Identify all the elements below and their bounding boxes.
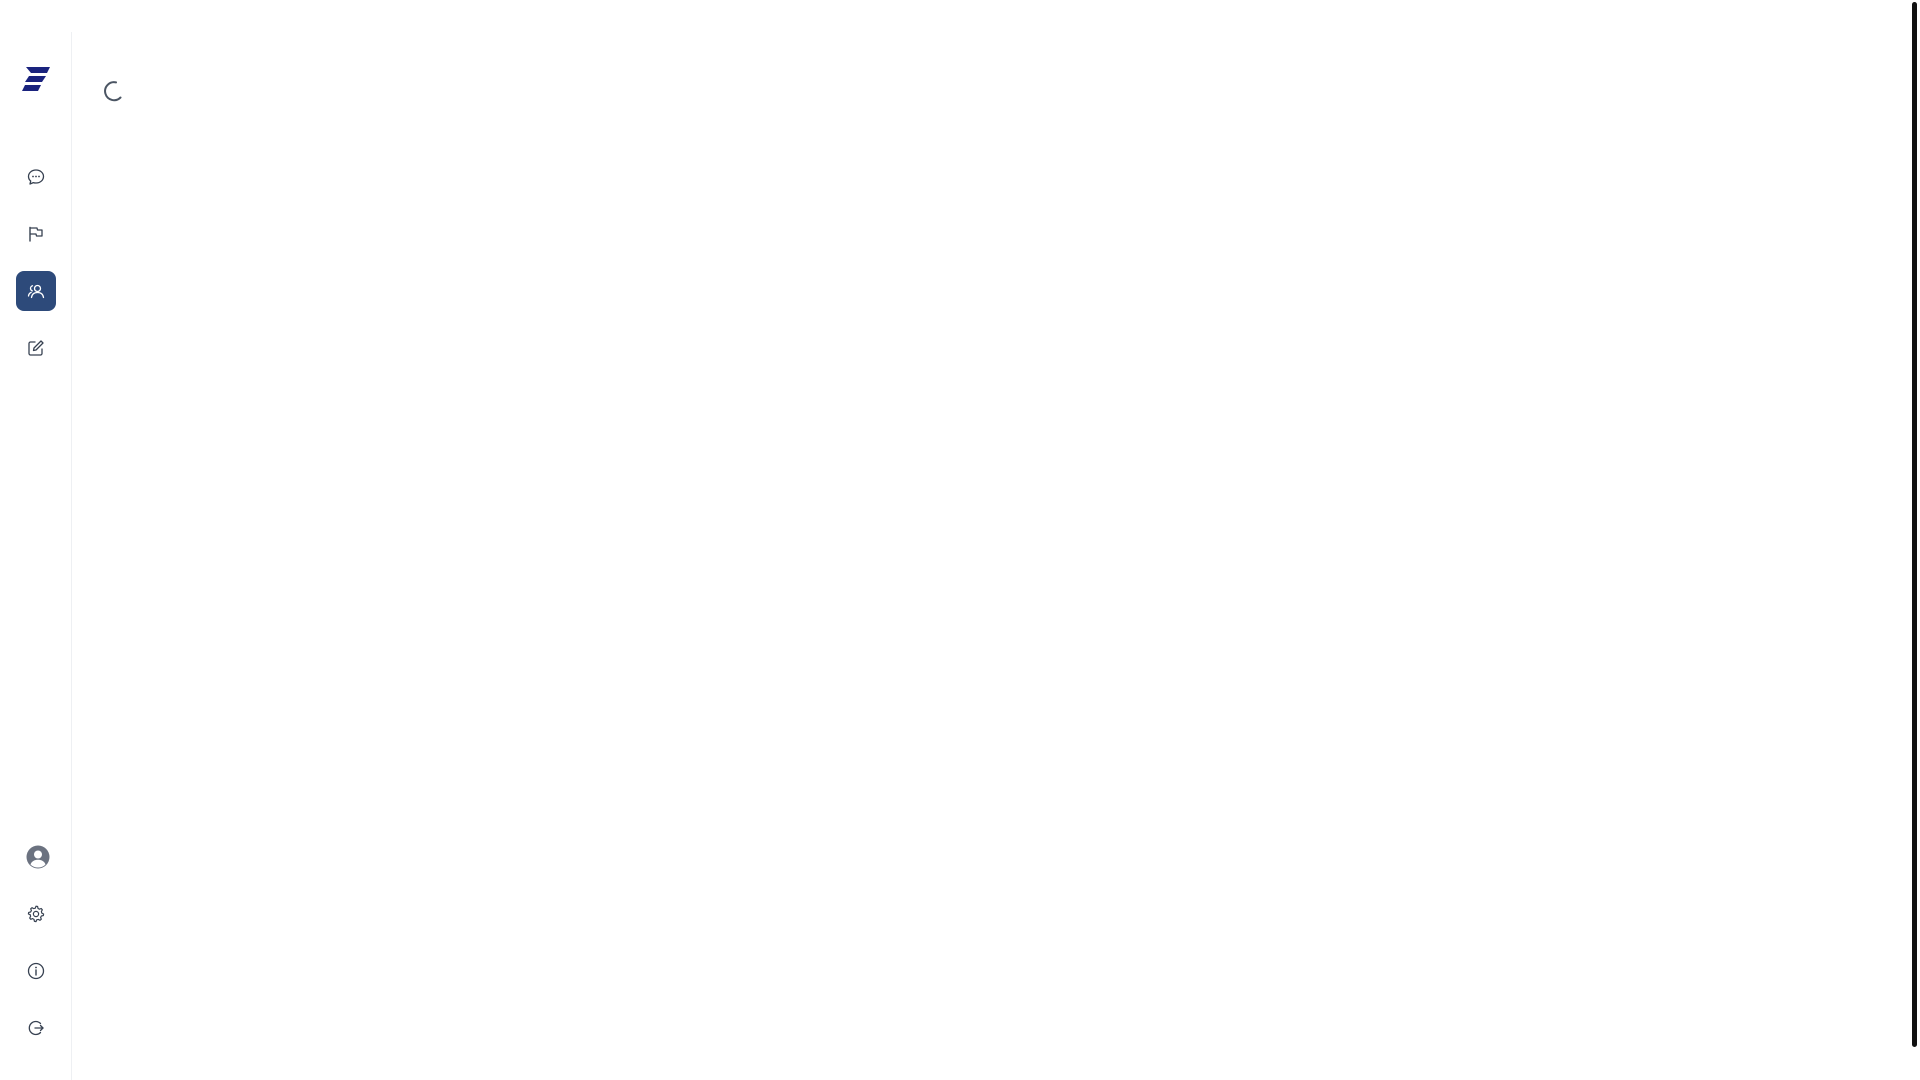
sidebar-item-edit[interactable] bbox=[16, 328, 56, 368]
sidebar-item-users[interactable] bbox=[16, 271, 56, 311]
sidebar-item-profile[interactable] bbox=[18, 837, 58, 877]
sidebar bbox=[0, 32, 72, 1080]
user-avatar-icon bbox=[26, 845, 50, 869]
logout-icon bbox=[28, 1020, 44, 1036]
app-window bbox=[0, 0, 1920, 1080]
flag-icon bbox=[29, 226, 43, 242]
chat-bubble-icon bbox=[27, 169, 45, 185]
sidebar-item-settings[interactable] bbox=[16, 894, 56, 934]
edit-icon bbox=[28, 340, 44, 356]
scrollbar-thumb[interactable] bbox=[1912, 2, 1917, 1047]
scrollbar[interactable] bbox=[1910, 0, 1920, 1080]
logo-icon[interactable] bbox=[20, 66, 52, 92]
gear-icon bbox=[27, 905, 45, 923]
spinner-icon bbox=[102, 80, 124, 102]
info-icon bbox=[27, 962, 45, 980]
sidebar-item-flag[interactable] bbox=[16, 214, 56, 254]
sidebar-item-logout[interactable] bbox=[16, 1008, 56, 1048]
sidebar-item-chat[interactable] bbox=[16, 157, 56, 197]
users-icon bbox=[27, 284, 45, 299]
sidebar-item-info[interactable] bbox=[16, 951, 56, 991]
main-content bbox=[72, 0, 1912, 1080]
